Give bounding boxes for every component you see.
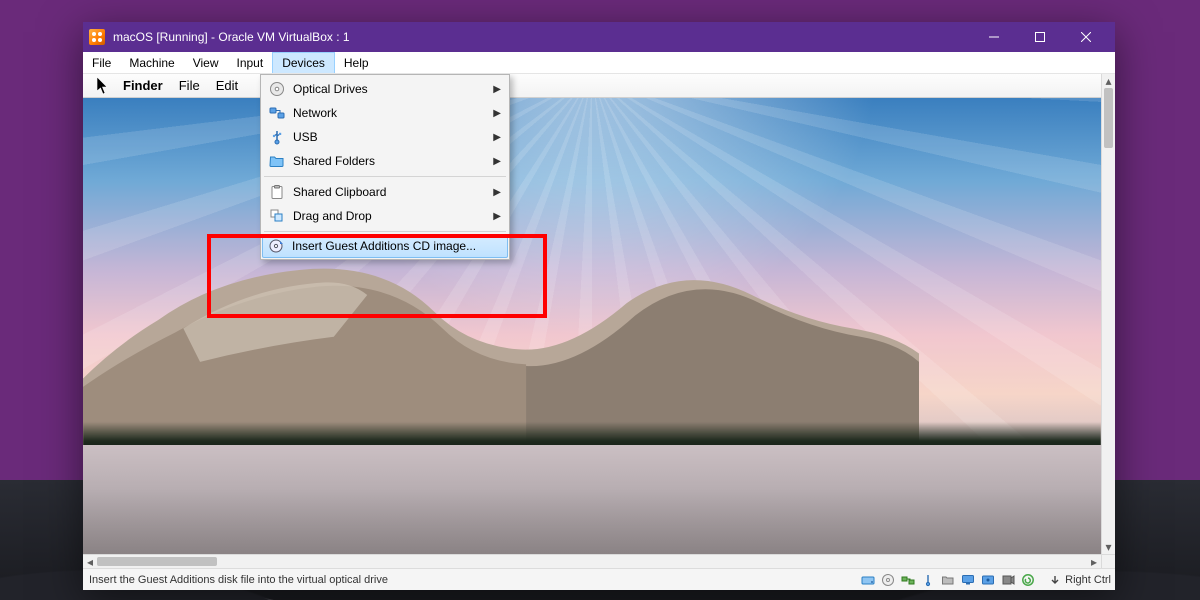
menu-drag-and-drop[interactable]: Drag and Drop ▶ [263, 204, 507, 228]
clipboard-icon [269, 184, 285, 200]
status-vm-state-icon[interactable] [1019, 571, 1037, 589]
scroll-down-icon[interactable]: ▾ [1102, 540, 1115, 554]
menu-item-label: Insert Guest Additions CD image... [292, 239, 502, 253]
window-title: macOS [Running] - Oracle VM VirtualBox :… [113, 30, 350, 44]
menu-network[interactable]: Network ▶ [263, 101, 507, 125]
virtualbox-app-icon [89, 29, 105, 45]
menu-input[interactable]: Input [228, 52, 273, 73]
guest-menu-finder[interactable]: Finder [123, 78, 163, 93]
scroll-left-icon[interactable]: ◂ [83, 555, 97, 568]
minimize-button[interactable] [971, 22, 1017, 52]
guest-macos-menubar[interactable]: Finder File Edit [83, 74, 1101, 98]
drag-icon [269, 208, 285, 224]
status-hdd-icon[interactable] [859, 571, 877, 589]
submenu-arrow-icon: ▶ [491, 211, 501, 222]
hostkey-label: Right Ctrl [1065, 574, 1111, 586]
menu-shared-clipboard[interactable]: Shared Clipboard ▶ [263, 180, 507, 204]
devices-dropdown: Optical Drives ▶ Network ▶ USB ▶ [260, 74, 510, 260]
menu-item-label: Drag and Drop [293, 209, 483, 223]
menu-item-label: Network [293, 106, 483, 120]
cd-insert-icon [268, 238, 284, 254]
status-recording-icon[interactable] [999, 571, 1017, 589]
submenu-arrow-icon: ▶ [491, 187, 501, 198]
close-button[interactable] [1063, 22, 1109, 52]
guest-horizontal-scrollbar[interactable]: ◂ ▸ [83, 554, 1101, 568]
scroll-corner [1101, 554, 1115, 568]
scroll-track[interactable] [97, 555, 1087, 568]
menu-item-label: Shared Folders [293, 154, 483, 168]
guest-menu-file[interactable]: File [179, 78, 200, 93]
menu-file[interactable]: File [83, 52, 120, 73]
menu-insert-guest-additions[interactable]: Insert Guest Additions CD image... [262, 234, 508, 258]
maximize-icon [1035, 32, 1045, 42]
status-display-icon[interactable] [959, 571, 977, 589]
titlebar[interactable]: macOS [Running] - Oracle VM VirtualBox :… [83, 22, 1115, 52]
menu-view[interactable]: View [184, 52, 228, 73]
status-network-icon[interactable] [899, 571, 917, 589]
menu-devices[interactable]: Devices [272, 52, 335, 73]
disc-icon [269, 81, 285, 97]
scroll-track[interactable] [1102, 88, 1115, 540]
scroll-thumb[interactable] [1104, 88, 1113, 148]
guest-vertical-scrollbar[interactable]: ▴ ▾ [1101, 74, 1115, 554]
virtualbox-window: macOS [Running] - Oracle VM VirtualBox :… [83, 22, 1115, 590]
scroll-thumb[interactable] [97, 557, 217, 566]
menu-optical-drives[interactable]: Optical Drives ▶ [263, 77, 507, 101]
status-icons [859, 571, 1037, 589]
menu-item-label: Optical Drives [293, 82, 483, 96]
menu-machine[interactable]: Machine [120, 52, 183, 73]
folder-icon [269, 153, 285, 169]
guest-menu-edit[interactable]: Edit [216, 78, 238, 93]
guest-wallpaper [83, 98, 1101, 554]
menu-separator [264, 176, 506, 177]
usb-icon [269, 129, 285, 145]
hostkey-indicator[interactable]: Right Ctrl [1043, 574, 1111, 586]
hostkey-arrow-icon [1049, 574, 1061, 586]
scroll-right-icon[interactable]: ▸ [1087, 555, 1101, 568]
menu-shared-folders[interactable]: Shared Folders ▶ [263, 149, 507, 173]
status-usb-icon[interactable] [919, 571, 937, 589]
menu-help[interactable]: Help [335, 52, 378, 73]
menu-separator [264, 231, 506, 232]
maximize-button[interactable] [1017, 22, 1063, 52]
menu-usb[interactable]: USB ▶ [263, 125, 507, 149]
statusbar-hint: Insert the Guest Additions disk file int… [87, 574, 859, 586]
submenu-arrow-icon: ▶ [491, 132, 501, 143]
submenu-arrow-icon: ▶ [491, 84, 501, 95]
status-disc-icon[interactable] [879, 571, 897, 589]
menu-item-label: USB [293, 130, 483, 144]
statusbar: Insert the Guest Additions disk file int… [83, 568, 1115, 590]
minimize-icon [989, 32, 999, 42]
network-icon [269, 105, 285, 121]
submenu-arrow-icon: ▶ [491, 156, 501, 167]
menu-item-label: Shared Clipboard [293, 185, 483, 199]
scroll-up-icon[interactable]: ▴ [1102, 74, 1115, 88]
submenu-arrow-icon: ▶ [491, 108, 501, 119]
status-video-capture-icon[interactable] [979, 571, 997, 589]
menubar: File Machine View Input Devices Help [83, 52, 1115, 74]
guest-display[interactable]: Finder File Edit ▴ ▾ ◂ [83, 74, 1115, 568]
status-shared-folder-icon[interactable] [939, 571, 957, 589]
close-icon [1081, 32, 1091, 42]
